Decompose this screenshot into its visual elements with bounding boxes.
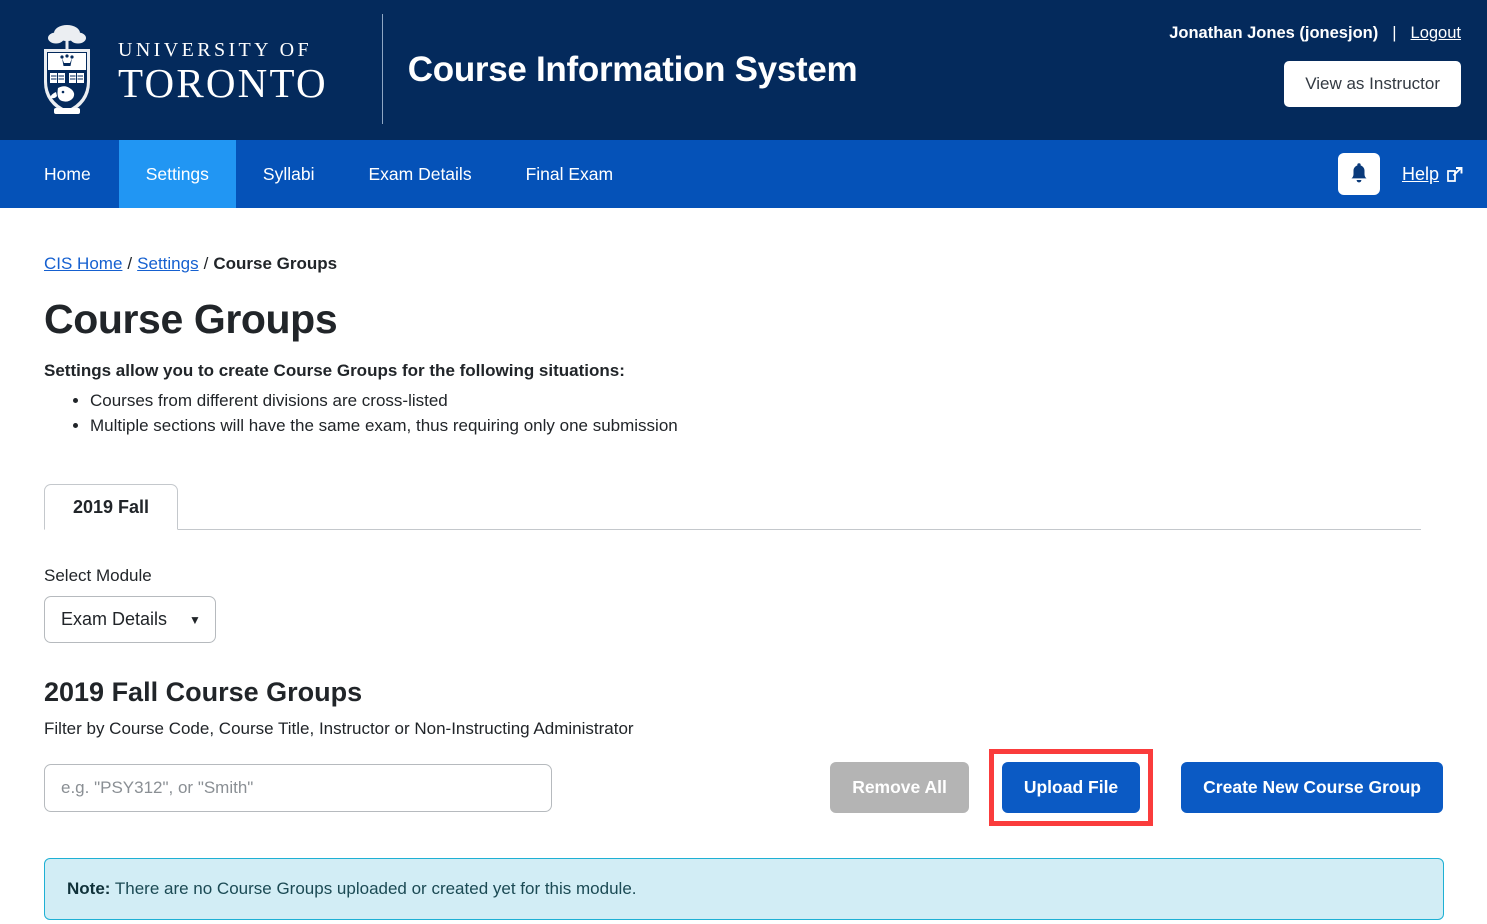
app-title: Course Information System	[407, 50, 858, 89]
nav-item-final-exam-label: Final Exam	[525, 163, 614, 184]
uoft-wordmark-line1: UNIVERSITY OF	[118, 39, 313, 61]
nav-item-final-exam[interactable]: Final Exam	[499, 140, 641, 208]
nav-item-exam-details[interactable]: Exam Details	[341, 140, 498, 208]
help-link-label: Help	[1401, 163, 1439, 184]
breadcrumb-current: Course Groups	[213, 254, 338, 273]
course-groups-section-title: 2019 Fall Course Groups	[44, 677, 363, 707]
view-as-instructor-button[interactable]: View as Instructor	[1284, 61, 1461, 107]
note-text: There are no Course Groups uploaded or c…	[110, 879, 637, 898]
course-groups-toolbar: Remove All Upload File Create New Course…	[44, 749, 1443, 826]
nav-item-syllabi[interactable]: Syllabi	[236, 140, 342, 208]
breadcrumb-cis-home[interactable]: CIS Home	[44, 254, 122, 273]
empty-state-note: Note: There are no Course Groups uploade…	[44, 858, 1444, 920]
nav-item-home[interactable]: Home	[0, 140, 119, 208]
notifications-button[interactable]	[1337, 153, 1380, 195]
nav-item-settings-label: Settings	[145, 163, 209, 184]
breadcrumb: CIS Home / Settings / Course Groups	[44, 254, 1443, 274]
uoft-wordmark: UNIVERSITY OF TORONTO	[118, 36, 328, 104]
nav-item-exam-details-label: Exam Details	[368, 163, 472, 184]
upload-file-highlight-annotation: Upload File	[988, 749, 1154, 826]
toolbar-buttons: Remove All Upload File Create New Course…	[830, 749, 1443, 826]
list-item: Multiple sections will have the same exa…	[90, 416, 1443, 436]
filter-input[interactable]	[44, 763, 552, 812]
uoft-brand: UNIVERSITY OF TORONTO	[0, 0, 328, 140]
module-select-value: Exam Details	[61, 609, 168, 629]
nav-right-cluster: Help	[1337, 140, 1463, 208]
chevron-down-icon: ▼	[189, 612, 201, 627]
breadcrumb-separator-1: /	[127, 254, 133, 273]
module-select[interactable]: Exam Details ▼	[44, 596, 216, 643]
remove-all-button[interactable]: Remove All	[830, 762, 969, 813]
nav-item-home-label: Home	[44, 163, 91, 184]
term-tabstrip: 2019 Fall	[44, 484, 1443, 530]
page-lead-text: Settings allow you to create Course Grou…	[44, 361, 625, 380]
breadcrumb-settings[interactable]: Settings	[137, 254, 198, 273]
filter-label: Filter by Course Code, Course Title, Ins…	[44, 719, 634, 738]
main-content: CIS Home / Settings / Course Groups Course G…	[0, 254, 1487, 920]
list-item: Courses from different divisions are cro…	[90, 391, 1443, 411]
note-prefix: Note:	[67, 879, 111, 898]
page-title: Course Groups	[44, 296, 338, 342]
help-link[interactable]: Help	[1402, 164, 1463, 185]
uoft-wordmark-line2: TORONTO	[118, 60, 328, 106]
user-info: Jonathan Jones (jonesjon) | Logout	[1169, 24, 1461, 43]
site-header: UNIVERSITY OF TORONTO Course Information…	[0, 0, 1487, 140]
user-name: Jonathan Jones (jonesjon)	[1169, 24, 1379, 42]
user-separator: |	[1392, 24, 1397, 42]
situations-list: Courses from different divisions are cro…	[44, 391, 1443, 436]
create-new-course-group-button[interactable]: Create New Course Group	[1181, 762, 1443, 813]
nav-item-syllabi-label: Syllabi	[262, 163, 315, 184]
header-right-cluster: Jonathan Jones (jonesjon) | Logout View as…	[1169, 0, 1461, 107]
nav-item-settings[interactable]: Settings	[118, 140, 236, 208]
upload-file-button[interactable]: Upload File	[1001, 762, 1141, 813]
select-module-label: Select Module	[44, 566, 152, 585]
header-divider	[381, 14, 383, 124]
tab-2019-fall[interactable]: 2019 Fall	[44, 484, 179, 530]
main-nav: Home Settings Syllabi Exam Details Final…	[0, 140, 1487, 208]
bell-icon	[1351, 162, 1367, 182]
breadcrumb-separator-2: /	[203, 254, 209, 273]
uoft-crest-icon	[44, 25, 90, 114]
external-link-icon	[1446, 166, 1463, 183]
logout-link[interactable]: Logout	[1411, 24, 1461, 42]
